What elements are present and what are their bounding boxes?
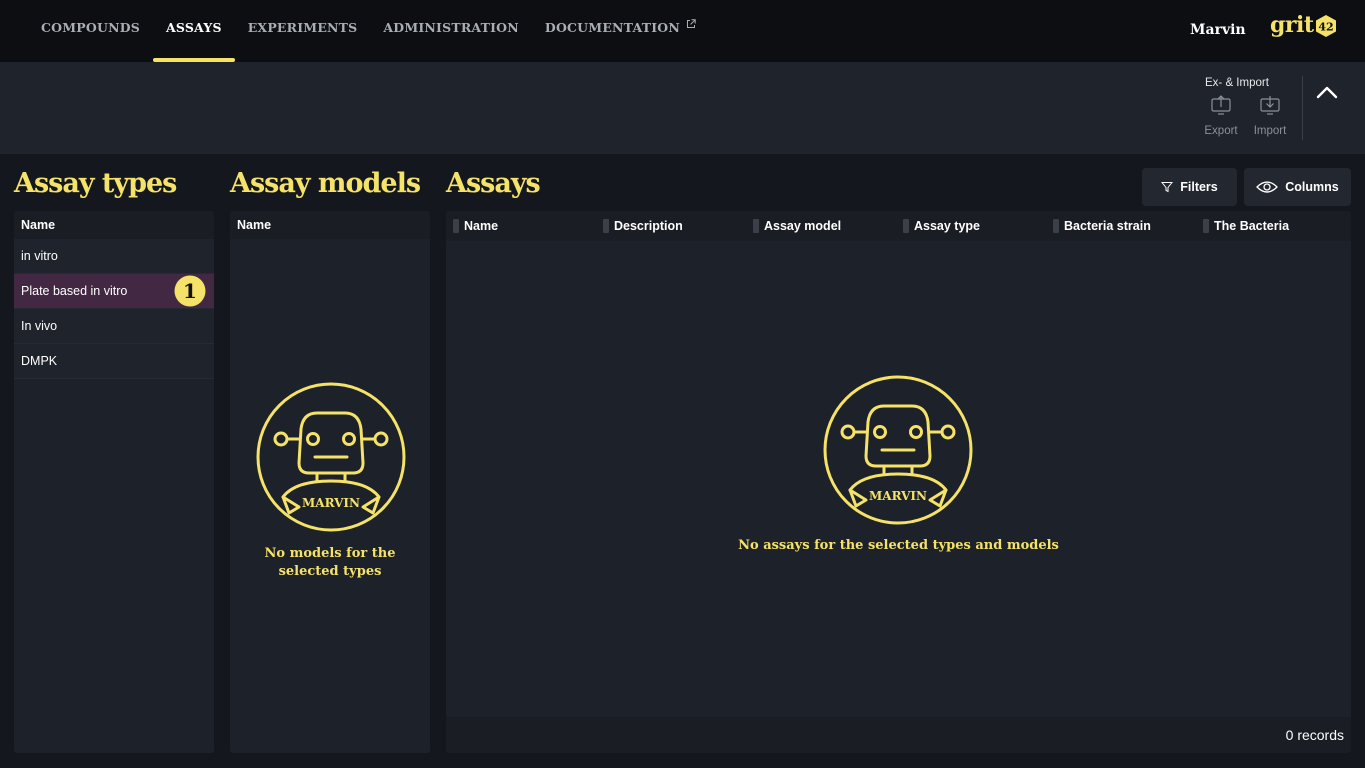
column-header-label: Name bbox=[464, 219, 499, 233]
assay-type-row[interactable]: In vivo bbox=[14, 309, 214, 344]
import-label: Import bbox=[1253, 125, 1287, 137]
assay-type-row-selected[interactable]: Plate based in vitro 1 bbox=[14, 274, 214, 309]
top-navbar: COMPOUNDS ASSAYS EXPERIMENTS ADMINISTRAT… bbox=[0, 0, 1365, 62]
column-grip-handle[interactable] bbox=[903, 219, 909, 233]
column-header-assay-type[interactable]: Assay type bbox=[896, 211, 1046, 241]
import-button[interactable]: Import bbox=[1248, 94, 1292, 137]
chevron-up-icon[interactable] bbox=[1314, 82, 1340, 104]
column-header-label: Assay model bbox=[764, 219, 842, 233]
empty-message-line: selected types bbox=[278, 564, 382, 579]
assay-models-panel: Name MARVIN No models for the selected t… bbox=[230, 211, 430, 753]
nav-compounds-label: COMPOUNDS bbox=[41, 19, 140, 35]
nav-documentation-label: DOCUMENTATION bbox=[544, 19, 680, 35]
eye-icon bbox=[1256, 181, 1279, 193]
assays-empty-message: No assays for the selected types and mod… bbox=[738, 538, 1059, 553]
export-label: Export bbox=[1204, 125, 1238, 137]
column-header-assay-model[interactable]: Assay model bbox=[746, 211, 896, 241]
svg-text:42: 42 bbox=[1318, 21, 1333, 34]
column-grip-handle[interactable] bbox=[1203, 219, 1209, 233]
nav-administration-label: ADMINISTRATION bbox=[383, 19, 519, 35]
assay-type-row[interactable]: DMPK bbox=[14, 344, 214, 379]
main-nav: COMPOUNDS ASSAYS EXPERIMENTS ADMINISTRAT… bbox=[28, 0, 709, 62]
column-header-name[interactable]: Name bbox=[446, 211, 596, 241]
column-header-label: Bacteria strain bbox=[1064, 219, 1151, 233]
assay-models-title: Assay models bbox=[230, 168, 421, 199]
assay-types-title: Assay types bbox=[14, 168, 177, 199]
external-link-icon bbox=[686, 19, 696, 28]
nav-experiments[interactable]: EXPERIMENTS bbox=[235, 0, 371, 62]
svg-text:MARVIN: MARVIN bbox=[302, 496, 360, 510]
columns-button[interactable]: Columns bbox=[1244, 168, 1351, 206]
assays-title: Assays bbox=[446, 168, 541, 199]
column-grip-handle[interactable] bbox=[603, 219, 609, 233]
marvin-robot-icon: MARVIN bbox=[823, 375, 973, 525]
nav-assays[interactable]: ASSAYS bbox=[152, 0, 235, 62]
step-number-badge: 1 bbox=[174, 275, 206, 307]
nav-experiments-label: EXPERIMENTS bbox=[247, 19, 358, 35]
column-grip-handle[interactable] bbox=[453, 219, 459, 233]
logo-hexagon-badge: 42 bbox=[1315, 15, 1336, 37]
user-name[interactable]: Marvin bbox=[1190, 22, 1246, 38]
export-import-title: Ex- & Import bbox=[1205, 77, 1269, 89]
svg-text:1: 1 bbox=[183, 279, 197, 303]
column-header-the-bacteria[interactable]: The Bacteria bbox=[1196, 211, 1346, 241]
nav-documentation[interactable]: DOCUMENTATION bbox=[532, 0, 709, 62]
nav-assays-label: ASSAYS bbox=[165, 19, 222, 35]
column-header-label: Assay type bbox=[914, 219, 981, 233]
assays-grid-header: Name Description Assay model Assay type … bbox=[446, 211, 1351, 241]
app-logo[interactable]: grit 42 bbox=[1270, 12, 1337, 38]
marvin-robot-icon: MARVIN bbox=[256, 382, 406, 532]
import-icon bbox=[1260, 96, 1280, 115]
records-count: 0 records bbox=[1285, 727, 1344, 743]
export-icon bbox=[1211, 95, 1231, 115]
column-header-description[interactable]: Description bbox=[596, 211, 746, 241]
assays-grid: Name Description Assay model Assay type … bbox=[446, 211, 1351, 753]
filters-label: Filters bbox=[1180, 180, 1218, 194]
assay-type-label: DMPK bbox=[21, 354, 58, 368]
assay-types-panel: Name in vitro Plate based in vitro 1 In … bbox=[14, 211, 214, 753]
column-header-label: The Bacteria bbox=[1214, 219, 1290, 233]
svg-text:MARVIN: MARVIN bbox=[869, 489, 927, 503]
assay-type-label: in vitro bbox=[21, 249, 58, 263]
column-grip-handle[interactable] bbox=[753, 219, 759, 233]
column-grip-handle[interactable] bbox=[1053, 219, 1059, 233]
assays-grid-footer: 0 records bbox=[446, 717, 1351, 753]
column-header-bacteria-strain[interactable]: Bacteria strain bbox=[1046, 211, 1196, 241]
filter-icon bbox=[1161, 182, 1174, 193]
columns-label: Columns bbox=[1285, 180, 1339, 194]
assay-models-column-header[interactable]: Name bbox=[230, 211, 430, 239]
nav-administration[interactable]: ADMINISTRATION bbox=[370, 0, 532, 62]
assay-type-label: Plate based in vitro bbox=[21, 284, 128, 298]
assay-models-empty-message: No models for the selected types bbox=[230, 545, 430, 581]
toolbar-divider bbox=[1302, 76, 1303, 140]
assay-types-column-header[interactable]: Name bbox=[14, 211, 214, 239]
column-header-label: Description bbox=[614, 219, 683, 233]
empty-message-line: No models for the bbox=[264, 546, 396, 561]
assay-type-label: In vivo bbox=[21, 319, 58, 333]
assay-type-row[interactable]: in vitro bbox=[14, 239, 214, 274]
export-button[interactable]: Export bbox=[1199, 94, 1243, 137]
page-toolbar: Ex- & Import Export Import bbox=[0, 62, 1365, 154]
filters-button[interactable]: Filters bbox=[1142, 168, 1237, 206]
nav-compounds[interactable]: COMPOUNDS bbox=[28, 0, 153, 62]
logo-text: grit bbox=[1270, 12, 1314, 38]
